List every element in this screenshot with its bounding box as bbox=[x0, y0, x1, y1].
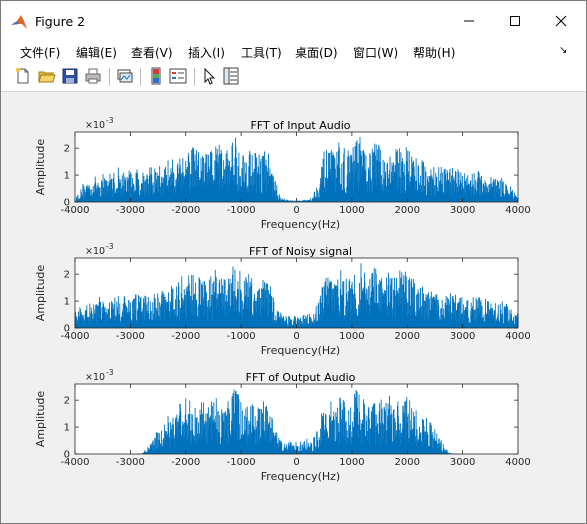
menu-insert[interactable]: 插入(I) bbox=[188, 44, 225, 61]
menu-tools[interactable]: 工具(T) bbox=[241, 44, 282, 61]
maximize-icon bbox=[510, 16, 520, 26]
open-file-icon[interactable] bbox=[38, 67, 56, 85]
minimize-icon bbox=[464, 20, 474, 22]
menu-view[interactable]: 查看(V) bbox=[131, 44, 173, 61]
new-figure-icon[interactable] bbox=[14, 67, 32, 85]
menubar-overflow-icon[interactable]: ↘ bbox=[559, 45, 567, 56]
x-tick-label: -2000 bbox=[171, 331, 200, 342]
title-bar[interactable]: Figure 2 bbox=[1, 1, 586, 41]
maximize-button[interactable] bbox=[492, 1, 538, 41]
figure-canvas: -4000 -3000 -2000 -1000 0 1000 2000 3000 4000 0 1 2… bbox=[12, 93, 574, 514]
y-exponent-label: ×10 bbox=[85, 120, 105, 131]
x-tick-label: -2000 bbox=[171, 457, 200, 468]
save-icon[interactable] bbox=[61, 67, 79, 85]
toolbar bbox=[1, 63, 586, 92]
x-tick-label: 1000 bbox=[339, 331, 364, 342]
x-tick-label: -1000 bbox=[227, 331, 256, 342]
edit-plot-icon[interactable] bbox=[200, 67, 218, 85]
y-axis-label: Amplitude bbox=[34, 265, 47, 322]
x-tick-label: 2000 bbox=[395, 331, 420, 342]
x-axis-label: Frequency(Hz) bbox=[261, 344, 340, 357]
x-axis-label: Frequency(Hz) bbox=[261, 218, 340, 231]
y-axis-label: Amplitude bbox=[34, 139, 47, 196]
x-tick-label: 3000 bbox=[450, 331, 475, 342]
y-tick-label: 0 bbox=[64, 450, 70, 461]
toolbar-separator bbox=[109, 68, 110, 86]
x-tick-label: 0 bbox=[293, 205, 299, 216]
insert-colorbar-icon[interactable] bbox=[147, 67, 165, 85]
close-icon bbox=[555, 15, 567, 27]
menu-bar: 文件(F) 编辑(E) 查看(V) 插入(I) 工具(T) 桌面(D) 窗口(W… bbox=[1, 41, 586, 63]
menu-edit[interactable]: 编辑(E) bbox=[76, 44, 117, 61]
menu-help[interactable]: 帮助(H) bbox=[413, 44, 455, 61]
axes-background bbox=[75, 384, 518, 454]
x-tick-label: 1000 bbox=[339, 457, 364, 468]
plots-svg: -4000 -3000 -2000 -1000 0 1000 2000 3000 4000012… bbox=[34, 116, 531, 483]
insert-legend-icon[interactable] bbox=[169, 67, 187, 85]
y-tick-label: 2 bbox=[64, 396, 70, 407]
y-tick-label: 1 bbox=[64, 297, 70, 308]
y-tick-label: 0 bbox=[64, 198, 70, 209]
x-tick-label: 4000 bbox=[505, 331, 530, 342]
close-button[interactable] bbox=[538, 1, 584, 41]
y-tick-label: 1 bbox=[64, 171, 70, 182]
y-tick-label: 1 bbox=[64, 423, 70, 434]
x-tick-label: -2000 bbox=[171, 205, 200, 216]
x-axis-label: Frequency(Hz) bbox=[261, 470, 340, 483]
window-title: Figure 2 bbox=[35, 14, 86, 29]
x-tick-label: -1000 bbox=[227, 457, 256, 468]
y-tick-label: 2 bbox=[64, 144, 70, 155]
matlab-logo-icon bbox=[11, 15, 27, 29]
menu-window[interactable]: 窗口(W) bbox=[353, 44, 398, 61]
print-icon[interactable] bbox=[84, 67, 102, 85]
link-plot-icon[interactable] bbox=[115, 67, 133, 85]
toolbar-separator bbox=[194, 68, 195, 86]
x-tick-label: -3000 bbox=[116, 331, 145, 342]
menu-desktop[interactable]: 桌面(D) bbox=[295, 44, 338, 61]
x-tick-label: -3000 bbox=[116, 457, 145, 468]
y-exponent-label: ×10 bbox=[85, 372, 105, 383]
x-tick-label: 3000 bbox=[450, 205, 475, 216]
chart-title: FFT of Input Audio bbox=[250, 119, 350, 132]
minimize-button[interactable] bbox=[446, 1, 492, 41]
chart-title: FFT of Output Audio bbox=[246, 371, 356, 384]
x-tick-label: -1000 bbox=[227, 205, 256, 216]
y-tick-label: 0 bbox=[64, 324, 70, 335]
chart-title: FFT of Noisy signal bbox=[249, 245, 352, 258]
property-inspector-icon[interactable] bbox=[222, 67, 240, 85]
x-tick-label: 4000 bbox=[505, 205, 530, 216]
x-tick-label: -3000 bbox=[116, 205, 145, 216]
y-exponent-power: -3 bbox=[106, 242, 114, 251]
toolbar-separator bbox=[140, 68, 141, 86]
x-tick-label: 2000 bbox=[395, 205, 420, 216]
x-tick-label: 3000 bbox=[450, 457, 475, 468]
figure-window: Figure 2 文件(F) 编辑(E) 查看(V) 插入(I) 工具(T) 桌… bbox=[0, 0, 587, 524]
y-exponent-label: ×10 bbox=[85, 246, 105, 257]
x-tick-label: 4000 bbox=[505, 457, 530, 468]
y-tick-label: 2 bbox=[64, 270, 70, 281]
y-exponent-power: -3 bbox=[106, 116, 114, 125]
menu-file[interactable]: 文件(F) bbox=[20, 44, 60, 61]
x-tick-label: 0 bbox=[293, 331, 299, 342]
y-axis-label: Amplitude bbox=[34, 391, 47, 448]
x-tick-label: 2000 bbox=[395, 457, 420, 468]
y-exponent-power: -3 bbox=[106, 368, 114, 377]
x-tick-label: 1000 bbox=[339, 205, 364, 216]
x-tick-label: 0 bbox=[293, 457, 299, 468]
